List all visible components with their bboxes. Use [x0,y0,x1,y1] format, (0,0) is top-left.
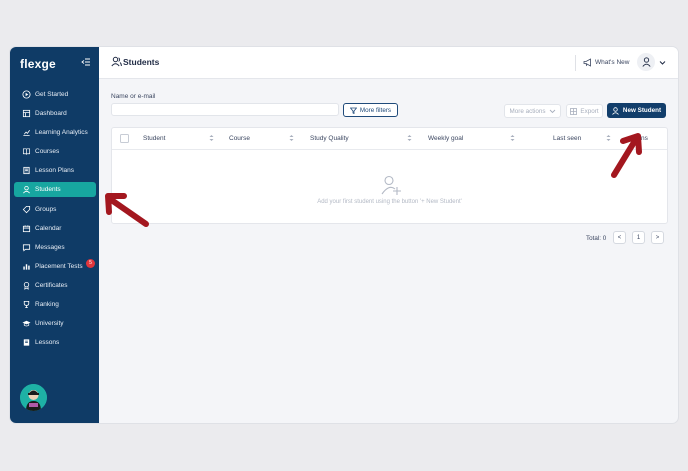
sidebar-item-get-started[interactable]: Get Started [14,87,96,102]
sidebar-item-university[interactable]: University [14,316,96,331]
chevron-down-icon[interactable] [659,59,666,66]
more-filters-label: More filters [359,106,392,114]
sidebar-item-students[interactable]: Students [14,182,96,198]
user-icon [641,57,651,67]
sidebar-item-label: Groups [35,205,57,213]
user-icon [22,185,31,194]
sidebar-item-learning-analytics[interactable]: Learning Analytics [14,125,96,140]
chat-icon [22,243,31,252]
new-student-button[interactable]: New Student [607,103,666,118]
prev-page-button[interactable]: < [613,231,626,244]
trophy-icon [22,300,31,309]
sidebar-item-certificates[interactable]: Certificates [14,278,96,293]
page-title: Students [123,57,160,67]
column-header-student[interactable]: Student [143,135,165,142]
sort-icon[interactable] [289,134,294,142]
sidebar-item-label: Certificates [35,281,68,289]
annotation-arrow-students [105,193,149,227]
sidebar-item-label: Placement Tests [35,262,83,270]
sidebar-nav: Get Started Dashboard Learning Analytics… [14,87,96,354]
export-button[interactable]: Export [566,104,603,118]
user-menu-button[interactable] [637,53,655,71]
column-header-last-seen[interactable]: Last seen [553,135,581,142]
sidebar-item-label: University [35,320,64,328]
book-icon [22,147,31,156]
sidebar-item-label: Lessons [35,339,60,347]
name-filter-label: Name or e-mail [111,93,156,100]
sort-icon[interactable] [407,134,412,142]
export-icon [570,107,578,115]
lesson-plans-icon [22,166,31,175]
students-table: Student Course Study Quality Weekly goal… [111,127,668,224]
sidebar-item-lessons[interactable]: Lessons [14,335,96,350]
avatar[interactable] [20,384,47,411]
sidebar-item-ranking[interactable]: Ranking [14,297,96,312]
sidebar-item-label: Get Started [35,91,69,98]
tag-icon [22,205,31,214]
sidebar-item-placement-tests[interactable]: Placement Tests 5 [14,258,96,274]
sort-icon[interactable] [209,134,214,142]
column-header-weekly-goal[interactable]: Weekly goal [428,135,463,142]
bar-chart-icon [22,262,31,271]
divider [575,55,576,71]
sidebar-item-label: Courses [35,148,60,156]
sidebar-item-label: Learning Analytics [35,129,88,137]
add-user-icon [381,175,401,195]
chevron-down-icon [549,109,555,114]
sidebar-item-messages[interactable]: Messages [14,240,96,255]
sidebar-item-courses[interactable]: Courses [14,144,96,159]
empty-state-message: Add your first student using the button … [317,199,462,205]
more-filters-button[interactable]: More filters [343,103,398,117]
annotation-arrow-new-student [611,133,642,178]
top-bar: Students What's New [99,47,678,79]
app-window: flexge Get Started Dashboard Learning An… [10,47,678,423]
avatar-illustration [20,384,47,411]
column-header-study-quality[interactable]: Study Quality [310,135,349,142]
name-or-email-input[interactable] [111,103,339,116]
sidebar-item-calendar[interactable]: Calendar [14,221,96,236]
students-icon [111,56,122,67]
more-actions-button[interactable]: More actions [504,104,561,118]
sidebar-item-label: Messages [35,243,65,251]
collapse-sidebar-icon[interactable] [81,57,91,67]
next-page-button[interactable]: > [651,231,664,244]
page-1-button[interactable]: 1 [632,231,645,244]
pagination-total: Total: 0 [586,235,607,242]
sidebar-item-groups[interactable]: Groups [14,202,96,217]
sort-icon[interactable] [510,134,515,142]
lessons-icon [22,338,31,347]
flexge-logo[interactable]: flexge [20,57,56,71]
dashboard-icon [22,109,31,118]
column-header-course[interactable]: Course [229,135,250,142]
sidebar-item-label: Calendar [35,224,62,232]
select-all-checkbox[interactable] [120,134,129,143]
sidebar: flexge Get Started Dashboard Learning An… [10,47,99,423]
medal-icon [22,281,31,290]
chart-icon [22,128,31,137]
add-user-icon [612,106,619,115]
sidebar-item-label: Ranking [35,301,59,309]
table-header: Student Course Study Quality Weekly goal… [112,128,667,150]
more-actions-label: More actions [509,107,546,115]
export-label: Export [580,107,599,115]
whats-new-label: What's New [595,59,630,66]
sidebar-item-label: Students [35,186,61,194]
sidebar-item-label: Dashboard [35,110,67,118]
calendar-icon [22,224,31,233]
play-circle-icon [22,90,31,99]
notification-badge: 5 [86,258,95,268]
new-student-label: New Student [622,107,662,114]
sidebar-item-dashboard[interactable]: Dashboard [14,106,96,121]
sidebar-item-lesson-plans[interactable]: Lesson Plans [14,163,96,178]
megaphone-icon [583,58,591,67]
filter-icon [349,107,357,114]
sidebar-item-label: Lesson Plans [35,167,75,175]
graduation-cap-icon [22,319,31,328]
whats-new-button[interactable]: What's New [583,58,629,67]
